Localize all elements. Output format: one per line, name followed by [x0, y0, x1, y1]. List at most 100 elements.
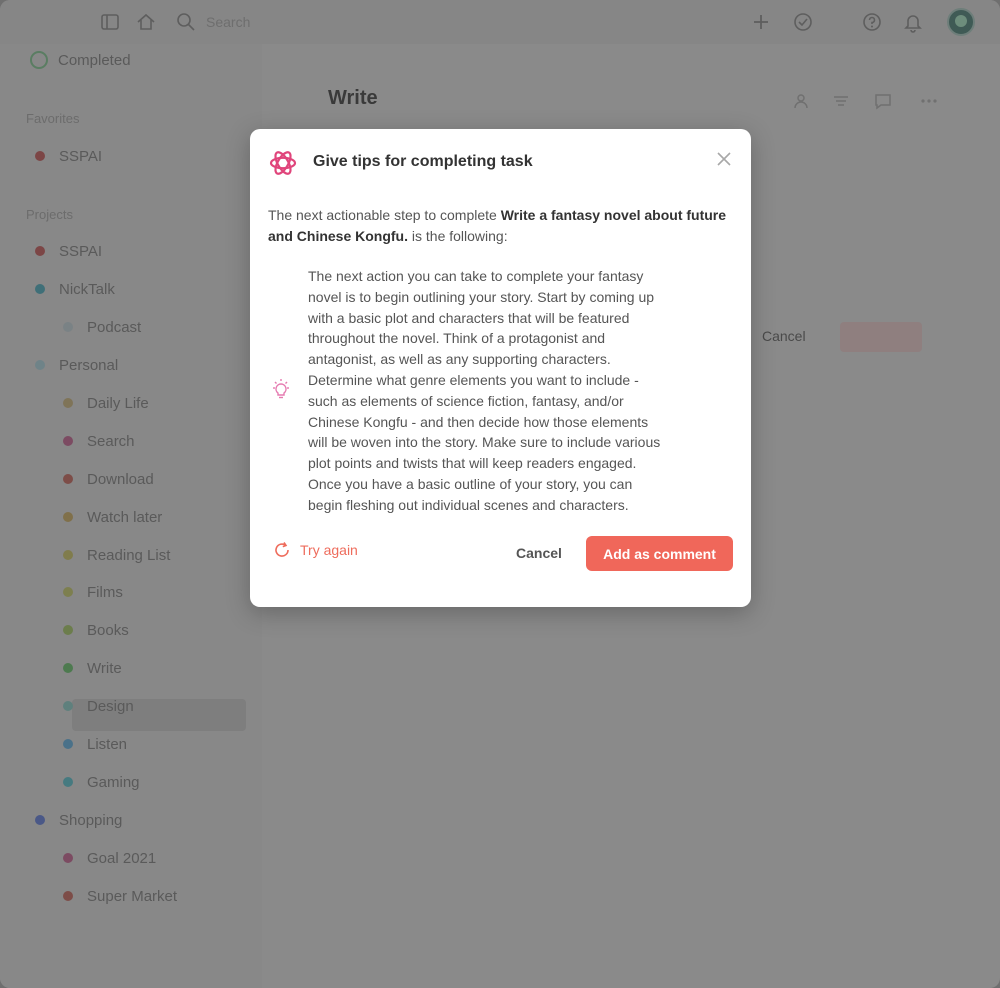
tip-line: with a basic plot and characters that wi…: [308, 309, 630, 326]
sidebar-item-label: NickTalk: [59, 280, 115, 298]
sidebar-item-label: SSPAI: [59, 147, 103, 165]
add-as-comment-button[interactable]: Add as comment: [586, 536, 733, 571]
refresh-icon: [275, 542, 289, 557]
intro-suffix: is the following:: [408, 228, 508, 244]
background-save-button[interactable]: [840, 322, 922, 352]
sidebar-item-label: Podcast: [87, 318, 142, 336]
avatar[interactable]: [947, 8, 975, 36]
sidebar-item-listen[interactable]: Listen: [63, 732, 127, 756]
help-icon[interactable]: [861, 11, 883, 33]
lightbulb-icon: [270, 377, 292, 401]
sidebar-item-super-market[interactable]: Super Market: [63, 884, 177, 908]
tip-line: plot points and twists that will keep re…: [308, 455, 637, 472]
tip-line: throughout the novel. Think of a protago…: [308, 330, 606, 347]
sidebar-item-personal[interactable]: Personal: [35, 353, 118, 377]
search-input[interactable]: Search: [206, 14, 250, 30]
comment-icon[interactable]: [872, 90, 894, 115]
tip-line: Once you have a basic outline of your st…: [308, 475, 633, 492]
sidebar-favorite-sspai[interactable]: SSPAI: [35, 144, 102, 168]
try-again-label: Try again: [300, 542, 358, 558]
check-score-icon[interactable]: [792, 11, 814, 33]
tip-text: The next action you can take to complete…: [308, 266, 728, 516]
page-title: Write: [328, 87, 378, 109]
sidebar-item-search[interactable]: Search: [63, 429, 135, 453]
try-again-button[interactable]: Try again: [272, 539, 358, 561]
tip-line: antagonist, as well as any supporting ch…: [308, 351, 611, 368]
search-icon[interactable]: [175, 11, 197, 33]
bell-icon[interactable]: [902, 11, 924, 33]
tip-line: Chinese Kongfu - and then decide how tho…: [308, 413, 649, 430]
sidebar-item-label: Write: [87, 659, 122, 677]
tip-line: begin fleshing out individual scenes and…: [308, 496, 629, 513]
sort-icon[interactable]: [830, 90, 852, 115]
sidebar-item-label: Daily Life: [87, 394, 149, 412]
sidebar-item-watch-later[interactable]: Watch later: [63, 505, 162, 529]
project-color-dot: [35, 151, 45, 161]
sidebar-item-completed[interactable]: Completed: [30, 48, 131, 72]
project-color-dot: [63, 398, 73, 408]
project-color-dot: [35, 815, 45, 825]
project-color-dot: [63, 739, 73, 749]
sidebar-item-books[interactable]: Books: [63, 618, 129, 642]
intro-prefix: The next actionable step to complete: [268, 207, 501, 223]
sidebar-item-shopping[interactable]: Shopping: [35, 808, 122, 832]
sidebar-item-write[interactable]: Write: [63, 656, 122, 680]
sidebar-item-sspai[interactable]: SSPAI: [35, 239, 102, 263]
app-window: Search Completed Favorites SSPAI Project…: [0, 0, 1000, 988]
sidebar-item-label: Goal 2021: [87, 849, 157, 867]
sidebar-item-label: Books: [87, 621, 129, 639]
project-color-dot: [63, 512, 73, 522]
project-color-dot: [63, 777, 73, 787]
favorites-heading: Favorites: [26, 111, 80, 126]
home-icon[interactable]: [135, 11, 157, 33]
openai-logo-icon: [267, 147, 299, 179]
cancel-button[interactable]: Cancel: [508, 538, 570, 568]
more-icon[interactable]: [918, 90, 940, 115]
project-color-dot: [63, 474, 73, 484]
share-icon[interactable]: [790, 90, 812, 115]
sidebar-item-label: Completed: [58, 51, 131, 69]
dialog-intro: The next actionable step to complete Wri…: [268, 205, 728, 247]
project-color-dot: [63, 891, 73, 901]
sidebar-item-label: Download: [87, 470, 154, 488]
top-bar: Search: [0, 0, 1000, 44]
sidebar-item-gaming[interactable]: Gaming: [63, 770, 140, 794]
project-color-dot: [63, 625, 73, 635]
plus-icon[interactable]: [750, 11, 772, 33]
sidebar-item-label: Gaming: [87, 773, 140, 791]
project-color-dot: [63, 550, 73, 560]
sidebar-item-label: Shopping: [59, 811, 123, 829]
sidebar-item-label: SSPAI: [59, 242, 103, 260]
project-color-dot: [63, 853, 73, 863]
tip-line: Determine what genre elements you want t…: [308, 371, 639, 388]
sidebar-item-label: Films: [87, 583, 123, 601]
project-color-dot: [63, 587, 73, 597]
close-icon[interactable]: [714, 149, 734, 169]
tip-line: novel is to begin outlining your story. …: [308, 288, 655, 305]
sidebar-item-label: Search: [87, 432, 135, 450]
sidebar-item-nicktalk[interactable]: NickTalk: [35, 277, 115, 301]
sidebar-item-label: Design: [87, 697, 134, 715]
project-color-dot: [63, 322, 73, 332]
menu-icon[interactable]: [99, 11, 121, 33]
sidebar-item-reading-list[interactable]: Reading List: [63, 543, 170, 567]
tip-line: such as elements of science fiction, fan…: [308, 392, 624, 409]
sidebar-item-goal-2021[interactable]: Goal 2021: [63, 846, 156, 870]
sidebar-item-design[interactable]: Design: [63, 694, 134, 718]
sidebar-item-label: Reading List: [87, 546, 171, 564]
project-color-dot: [35, 246, 45, 256]
sidebar-item-label: Watch later: [87, 508, 163, 526]
sidebar-item-label: Personal: [59, 356, 119, 374]
background-cancel-button[interactable]: Cancel: [762, 328, 806, 344]
sidebar-item-label: Listen: [87, 735, 128, 753]
sidebar-item-label: Super Market: [87, 887, 178, 905]
sidebar-item-download[interactable]: Download: [63, 467, 154, 491]
project-color-dot: [35, 360, 45, 370]
sidebar-item-podcast[interactable]: Podcast: [63, 315, 141, 339]
sidebar-item-daily-life[interactable]: Daily Life: [63, 391, 149, 415]
tips-dialog: Give tips for completing task The next a…: [250, 129, 751, 607]
project-color-dot: [63, 663, 73, 673]
tip-line: The next action you can take to complete…: [308, 268, 644, 284]
sidebar-item-films[interactable]: Films: [63, 580, 123, 604]
project-color-dot: [35, 284, 45, 294]
